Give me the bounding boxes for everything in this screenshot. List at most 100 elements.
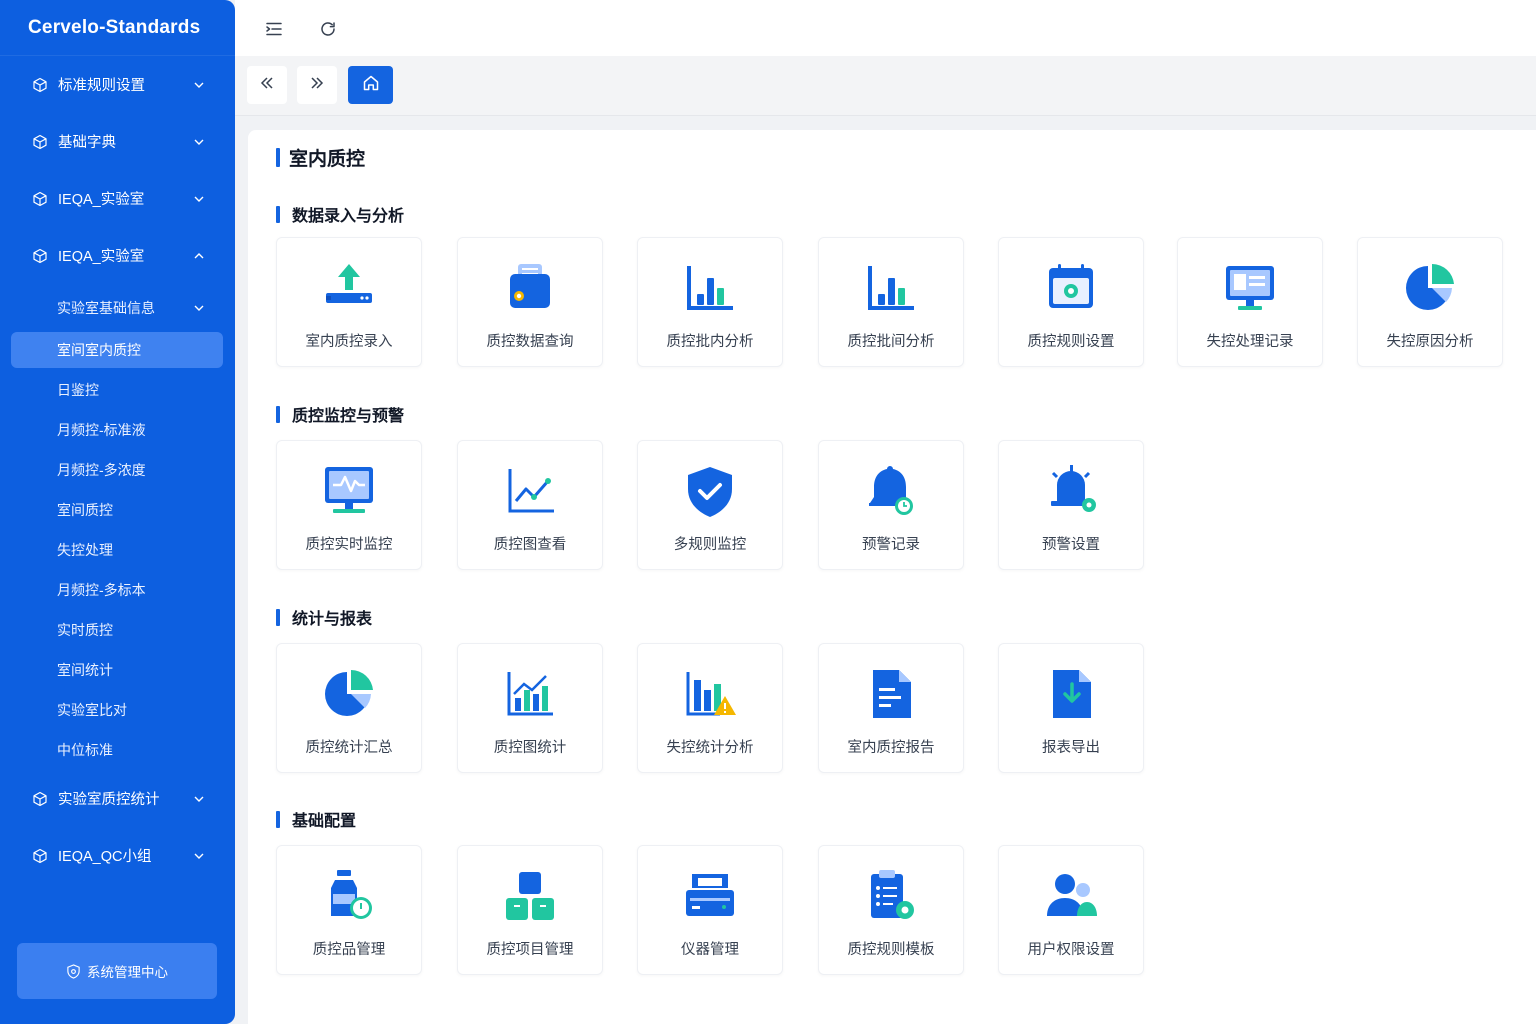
calendar-settings-icon [1049, 264, 1093, 308]
data-query-icon [510, 264, 550, 308]
sidebar-item-monthly-standard[interactable]: 月频控-标准液 [0, 410, 235, 450]
sidebar-group-label: 标准规则设置 [58, 78, 145, 94]
card-label: 质控项目管理 [486, 942, 574, 958]
card-qc-data-query[interactable]: 质控数据查询 [457, 237, 603, 367]
card-label: 质控批间分析 [847, 334, 935, 350]
chevron-down-icon [193, 793, 205, 805]
card-report-export[interactable]: 报表导出 [998, 643, 1144, 773]
card-label: 质控规则设置 [1027, 334, 1115, 350]
sidebar-item-out-of-control[interactable]: 失控处理 [0, 530, 235, 570]
card-qc-material-mgmt[interactable]: 质控品管理 [276, 845, 422, 975]
sidebar-group-base-dict[interactable]: 基础字典 [0, 113, 235, 170]
card-out-of-control-cause[interactable]: 失控原因分析 [1357, 237, 1503, 367]
sidebar-item-label: 室间室内质控 [57, 342, 141, 358]
section-title-text: 质控监控与预警 [292, 408, 405, 425]
sidebar-item-realtime-qc[interactable]: 实时质控 [0, 610, 235, 650]
top-bar [235, 0, 1536, 56]
home-tab-button[interactable] [348, 66, 393, 104]
pie-chart-icon [1406, 263, 1454, 310]
shield-gear-icon [66, 963, 81, 979]
card-out-of-control-records[interactable]: 失控处理记录 [1177, 237, 1323, 367]
sidebar-item-label: 失控处理 [57, 542, 113, 558]
section-title: 质控监控与预警 [276, 402, 404, 426]
chevron-down-icon [193, 193, 205, 205]
scroll-right-button[interactable] [297, 66, 337, 104]
line-chart-icon [508, 469, 554, 513]
card-qc-rule-settings[interactable]: 质控规则设置 [998, 237, 1144, 367]
sidebar-item-inter-lab-qc[interactable]: 室间质控 [0, 490, 235, 530]
home-icon [362, 74, 380, 97]
card-alert-settings[interactable]: 预警设置 [998, 440, 1144, 570]
card-qc-realtime-monitor[interactable]: 质控实时监控 [276, 440, 422, 570]
card-qc-item-mgmt[interactable]: 质控项目管理 [457, 845, 603, 975]
double-left-icon [259, 75, 275, 96]
cube-icon [32, 791, 48, 807]
card-label: 质控实时监控 [305, 537, 393, 553]
card-qc-entry[interactable]: 室内质控录入 [276, 237, 422, 367]
title-accent-bar [276, 148, 280, 167]
pie-chart-icon [325, 669, 373, 716]
refresh-icon[interactable] [319, 20, 337, 38]
sidebar-group-qc-team[interactable]: IEQA_QC小组 [0, 827, 235, 884]
card-label: 质控图查看 [493, 537, 567, 553]
main-content: 室内质控 数据录入与分析 室内质控录入 质控数据查询 质控批内分析 质控批间分析… [248, 130, 1536, 1024]
card-multi-rule-monitor[interactable]: 多规则监控 [637, 440, 783, 570]
sidebar-item-lab-compare[interactable]: 实验室比对 [0, 690, 235, 730]
card-internal-qc-report[interactable]: 室内质控报告 [818, 643, 964, 773]
sidebar-group-ieqa-lab-1[interactable]: IEQA_实验室 [0, 170, 235, 227]
sidebar-group-ieqa-lab-2[interactable]: IEQA_实验室 [0, 227, 235, 284]
card-qc-chart-view[interactable]: 质控图查看 [457, 440, 603, 570]
card-qc-rule-template[interactable]: 质控规则模板 [818, 845, 964, 975]
section-title-text: 统计与报表 [292, 611, 373, 628]
section-accent-bar [276, 810, 280, 828]
sidebar-item-monthly-multi-sample[interactable]: 月频控-多标本 [0, 570, 235, 610]
sidebar-item-internal-qc[interactable]: 室间室内质控 [11, 332, 223, 368]
sidebar-menu: 标准规则设置 基础字典 IEQA_实验室 IEQA_实验室 实验室基础信息 室间… [0, 56, 235, 884]
cube-icon [32, 77, 48, 93]
menu-fold-icon[interactable] [265, 20, 283, 38]
sidebar-group-standard-rules[interactable]: 标准规则设置 [0, 56, 235, 113]
section-accent-bar [276, 608, 280, 626]
card-label: 仪器管理 [681, 942, 739, 958]
document-icon [873, 670, 911, 718]
card-qc-chart-stats[interactable]: 质控图统计 [457, 643, 603, 773]
card-label: 室内质控录入 [305, 334, 393, 350]
card-label: 质控批内分析 [666, 334, 754, 350]
card-label: 多规则监控 [673, 537, 747, 553]
boxes-icon [506, 872, 554, 920]
sidebar-item-daily[interactable]: 日鉴控 [0, 370, 235, 410]
system-center-label: 系统管理中心 [87, 965, 168, 980]
section-title-text: 数据录入与分析 [292, 208, 405, 225]
card-qc-inter-batch[interactable]: 质控批间分析 [818, 237, 964, 367]
sidebar-group-lab-qc-stats[interactable]: 实验室质控统计 [0, 770, 235, 827]
card-qc-stats-summary[interactable]: 质控统计汇总 [276, 643, 422, 773]
sidebar-item-label: 日鉴控 [57, 382, 99, 398]
chevron-down-icon [193, 79, 205, 91]
card-qc-intra-batch[interactable]: 质控批内分析 [637, 237, 783, 367]
card-label: 质控数据查询 [486, 334, 574, 350]
chevron-up-icon [193, 250, 205, 262]
sidebar-group-label: 基础字典 [58, 135, 116, 151]
sidebar-group-label: IEQA_实验室 [58, 249, 145, 265]
alarm-settings-icon [1051, 465, 1096, 512]
sidebar-group-label: IEQA_实验室 [58, 192, 145, 208]
cube-icon [32, 848, 48, 864]
scroll-left-button[interactable] [247, 66, 287, 104]
sidebar-item-inter-stats[interactable]: 室间统计 [0, 650, 235, 690]
page-title: 室内质控 [276, 144, 365, 171]
sidebar-item-median-standard[interactable]: 中位标准 [0, 730, 235, 770]
card-out-of-control-stats[interactable]: 失控统计分析 [637, 643, 783, 773]
sidebar-item-monthly-multi-conc[interactable]: 月频控-多浓度 [0, 450, 235, 490]
card-instrument-mgmt[interactable]: 仪器管理 [637, 845, 783, 975]
cube-icon [32, 134, 48, 150]
card-user-permission[interactable]: 用户权限设置 [998, 845, 1144, 975]
tab-bar [235, 56, 1536, 116]
sidebar-item-label: 月频控-标准液 [57, 422, 146, 438]
card-alert-records[interactable]: 预警记录 [818, 440, 964, 570]
bar-warning-icon [686, 672, 736, 716]
chevron-down-icon [193, 302, 205, 314]
sidebar-group-label: IEQA_QC小组 [58, 849, 152, 865]
sidebar-item-label: 月频控-多浓度 [57, 462, 146, 478]
system-center-button[interactable]: 系统管理中心 [17, 943, 217, 999]
sidebar-item-lab-basic-info[interactable]: 实验室基础信息 [0, 286, 235, 330]
